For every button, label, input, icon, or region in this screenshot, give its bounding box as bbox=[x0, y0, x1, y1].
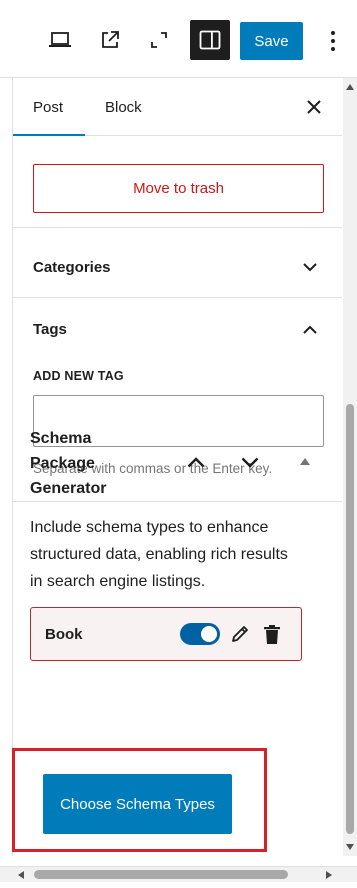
chevron-down-icon bbox=[299, 257, 321, 279]
scroll-right-arrow-icon[interactable] bbox=[326, 871, 332, 879]
chevron-up-icon bbox=[299, 318, 321, 340]
tags-panel-toggle[interactable]: Tags bbox=[13, 299, 342, 359]
trash-icon[interactable] bbox=[263, 622, 281, 646]
pencil-icon[interactable] bbox=[229, 622, 251, 646]
fullscreen-icon[interactable] bbox=[139, 20, 179, 60]
choose-schema-types-button[interactable]: Choose Schema Types bbox=[43, 774, 232, 834]
vertical-scrollbar[interactable] bbox=[343, 78, 357, 856]
tab-post[interactable]: Post bbox=[33, 78, 63, 136]
external-link-icon[interactable] bbox=[90, 20, 130, 60]
collapse-triangle-icon[interactable] bbox=[298, 455, 312, 467]
sidebar-tabs: Post Block bbox=[13, 78, 342, 136]
trash-section: Move to trash bbox=[13, 136, 342, 228]
sidebar-icon[interactable] bbox=[190, 20, 230, 60]
vertical-scroll-thumb[interactable] bbox=[346, 404, 354, 834]
move-down-icon[interactable] bbox=[238, 450, 262, 474]
scroll-down-arrow-icon[interactable] bbox=[346, 844, 354, 850]
tab-block[interactable]: Block bbox=[105, 78, 142, 136]
add-new-tag-label: ADD NEW TAG bbox=[33, 369, 124, 383]
editor-toolbar: Save bbox=[0, 0, 357, 78]
schema-description: Include schema types to enhance structur… bbox=[30, 519, 288, 590]
categories-title: Categories bbox=[33, 259, 111, 276]
move-up-icon[interactable] bbox=[184, 450, 208, 474]
tags-title: Tags bbox=[33, 320, 67, 338]
schema-panel-title: Schema Package Generator bbox=[30, 430, 107, 497]
schema-item-book: Book bbox=[30, 607, 302, 661]
more-vertical-icon[interactable] bbox=[318, 22, 348, 60]
toggle-knob bbox=[201, 626, 217, 642]
horizontal-scrollbar[interactable] bbox=[0, 866, 357, 882]
close-icon[interactable] bbox=[301, 94, 327, 120]
categories-panel-toggle[interactable]: Categories bbox=[13, 238, 342, 298]
horizontal-scroll-thumb[interactable] bbox=[34, 870, 288, 879]
save-button[interactable]: Save bbox=[240, 22, 303, 60]
schema-item-toggle[interactable] bbox=[180, 623, 220, 645]
scroll-up-arrow-icon[interactable] bbox=[346, 84, 354, 90]
laptop-icon[interactable] bbox=[40, 20, 80, 60]
move-to-trash-button[interactable]: Move to trash bbox=[33, 164, 324, 213]
scroll-left-arrow-icon[interactable] bbox=[18, 871, 24, 879]
schema-item-label: Book bbox=[45, 626, 83, 643]
